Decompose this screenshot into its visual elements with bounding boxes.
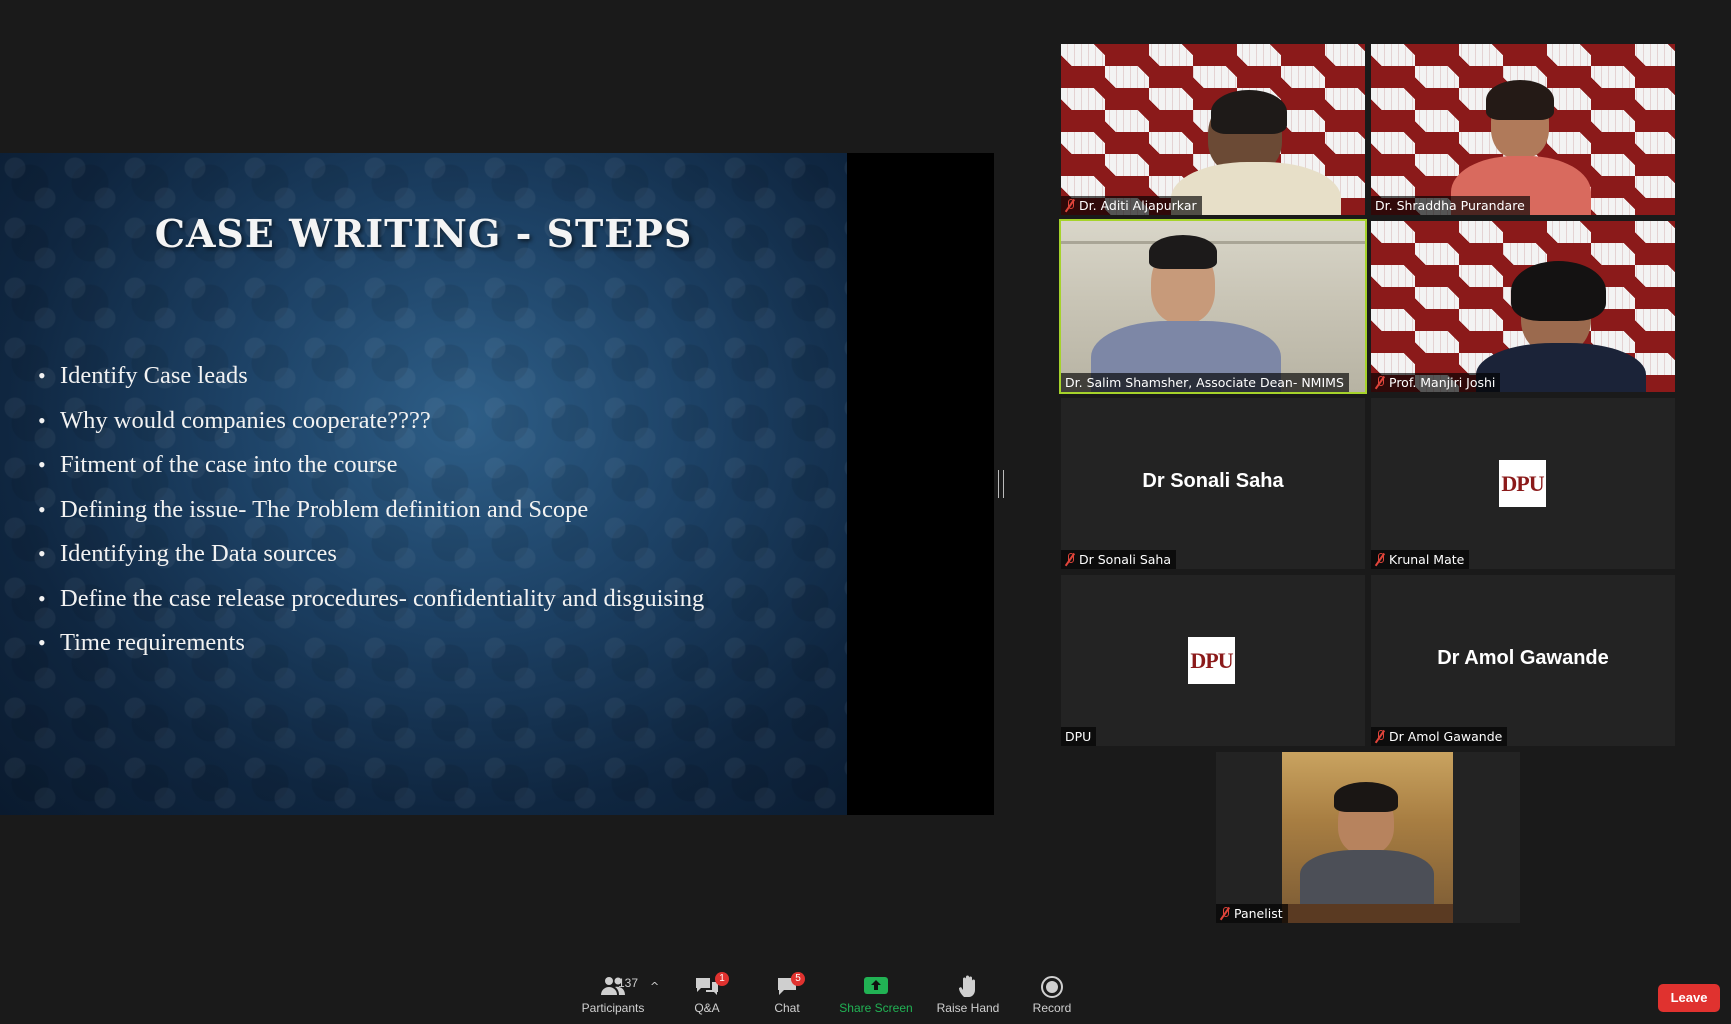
video-tile[interactable]: Dr Sonali Saha Dr Sonali Saha <box>1061 398 1365 569</box>
video-tile[interactable]: Dr Amol Gawande Dr Amol Gawande <box>1371 575 1675 746</box>
muted-mic-icon <box>1065 199 1075 212</box>
raise-hand-button[interactable]: Raise Hand <box>934 975 1002 1015</box>
participant-hair <box>1511 261 1606 321</box>
participant-display-name: Dr Sonali Saha <box>1142 470 1284 492</box>
raise-hand-icon <box>959 975 975 997</box>
slide-bullet-list: Identify Case leads Why would companies … <box>38 360 738 672</box>
slide-bullet: Fitment of the case into the course <box>38 449 738 481</box>
record-icon <box>1041 976 1063 998</box>
zoom-webinar-window: CASE WRITING - STEPS Identify Case leads… <box>0 0 1731 1024</box>
muted-mic-icon <box>1220 907 1230 920</box>
slide-bullet: Time requirements <box>38 627 738 659</box>
share-screen-button[interactable]: Share Screen <box>836 975 916 1015</box>
video-tile[interactable]: Dr. Aditi Aljapurkar <box>1061 44 1365 215</box>
muted-mic-icon <box>1375 730 1385 743</box>
video-tile[interactable]: DPU Krunal Mate <box>1371 398 1675 569</box>
participant-hair <box>1334 782 1398 812</box>
participant-name-label: DPU <box>1061 727 1097 746</box>
panelist-video <box>1282 752 1453 923</box>
slide-bullet: Identify Case leads <box>38 360 738 392</box>
participant-hair <box>1211 90 1287 134</box>
qa-label: Q&A <box>694 1001 720 1015</box>
muted-mic-icon <box>1065 553 1075 566</box>
participant-name-label: Dr. Shraddha Purandare <box>1371 196 1530 215</box>
chat-button[interactable]: 5 Chat <box>766 972 808 1015</box>
qa-button[interactable]: 1 Q&A <box>686 972 729 1015</box>
qa-badge: 1 <box>715 972 729 986</box>
participant-name-label: Dr. Aditi Aljapurkar <box>1061 196 1202 215</box>
share-screen-label: Share Screen <box>839 1001 913 1015</box>
splitter-handle[interactable] <box>998 470 1004 498</box>
participant-display-name: Dr Amol Gawande <box>1437 647 1609 669</box>
leave-button[interactable]: Leave <box>1658 984 1720 1012</box>
video-tile[interactable]: Prof. Manjiri Joshi <box>1371 221 1675 392</box>
slide-title: CASE WRITING - STEPS <box>154 211 693 256</box>
participant-name-label: Dr. Salim Shamsher, Associate Dean- NMIM… <box>1061 373 1349 392</box>
participant-name-label: Dr Sonali Saha <box>1061 550 1176 569</box>
raise-hand-label: Raise Hand <box>936 1001 1000 1015</box>
dpu-logo: DPU <box>1188 637 1235 684</box>
muted-mic-icon <box>1375 376 1385 389</box>
video-tile[interactable]: DPU DPU <box>1061 575 1365 746</box>
participants-chevron-icon[interactable]: ^ <box>650 980 659 993</box>
participant-name-label: Dr Amol Gawande <box>1371 727 1508 746</box>
presentation-slide: CASE WRITING - STEPS Identify Case leads… <box>0 153 847 815</box>
record-button[interactable]: Record <box>1028 975 1076 1015</box>
participant-body <box>1300 850 1434 910</box>
participant-hair <box>1149 235 1217 269</box>
muted-mic-icon <box>1375 553 1385 566</box>
slide-bullet: Defining the issue- The Problem definiti… <box>38 494 738 526</box>
participants-label: Participants <box>581 1001 645 1015</box>
video-tile-active-speaker[interactable]: Dr. Salim Shamsher, Associate Dean- NMIM… <box>1059 219 1367 394</box>
participant-hair <box>1486 80 1554 120</box>
desk <box>1282 904 1453 923</box>
participants-count: 137 <box>618 976 639 990</box>
dpu-logo: DPU <box>1499 460 1546 507</box>
participant-name-label: Krunal Mate <box>1371 550 1470 569</box>
video-tile[interactable]: Dr. Shraddha Purandare <box>1371 44 1675 215</box>
record-label: Record <box>1032 1001 1072 1015</box>
participant-name-label: Prof. Manjiri Joshi <box>1371 373 1501 392</box>
shared-screen: CASE WRITING - STEPS Identify Case leads… <box>0 153 994 815</box>
slide-bullet: Define the case release procedures- conf… <box>38 583 738 615</box>
chat-badge: 5 <box>791 972 805 986</box>
participant-name-label: Panelist <box>1216 904 1288 923</box>
participants-button[interactable]: 137 Participants <box>568 975 658 1015</box>
slide-bullet: Why would companies cooperate???? <box>38 405 738 437</box>
chat-label: Chat <box>774 1001 800 1015</box>
share-screen-icon <box>864 977 888 994</box>
video-tile[interactable]: Panelist <box>1216 752 1520 923</box>
slide-bullet: Identifying the Data sources <box>38 538 738 570</box>
participant-body <box>1476 343 1646 392</box>
